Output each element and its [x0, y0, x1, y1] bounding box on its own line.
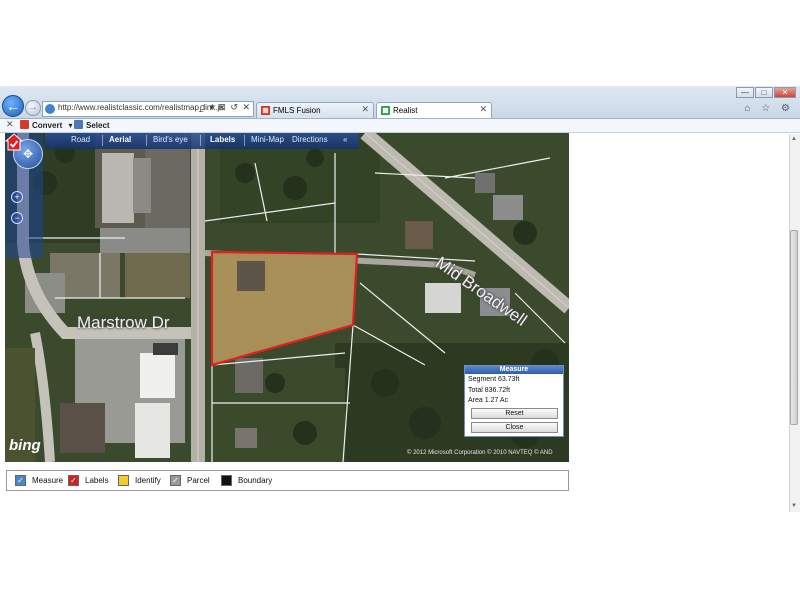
bing-logo: bing [9, 437, 41, 454]
toolbar-divider [200, 135, 201, 146]
toolbar-divider [244, 135, 245, 146]
convert-button[interactable]: Convert ▾ [20, 120, 72, 130]
site-favicon-icon [45, 104, 55, 114]
scroll-down-arrow-icon[interactable]: ▼ [791, 503, 797, 509]
tab-realist[interactable]: Realist ✕ [376, 102, 492, 118]
measure-area: Area 1.27 Ac [468, 397, 509, 404]
legend-label: Boundary [238, 476, 273, 485]
legend-label: Identify [135, 476, 161, 485]
tab-label: Realist [393, 106, 418, 115]
aerial-map[interactable]: ✥ + − Road Aerial Bird's eye Labels Mini… [5, 133, 569, 462]
command-bar-close-icon[interactable]: ✕ [6, 119, 14, 130]
window-controls: — □ ✕ [736, 87, 796, 99]
address-controls[interactable]: ρ ▾ ⊠ ↺ ✕ [200, 102, 251, 113]
map-copyright: © 2012 Microsoft Corporation © 2010 NAVT… [407, 450, 553, 456]
street-label-marstrow: Marstrow Dr [77, 313, 170, 332]
back-arrow-icon: ← [6, 98, 20, 114]
map-directions[interactable]: Directions [292, 135, 328, 144]
measure-panel-title: Measure [465, 366, 563, 374]
labels-checkbox[interactable]: ✓ [68, 475, 79, 486]
measure-checkbox[interactable]: ✓ [15, 475, 26, 486]
zoom-in-icon: + [14, 192, 20, 202]
command-bar [0, 119, 800, 133]
tab-fmls-fusion[interactable]: FMLS Fusion ✕ [256, 102, 374, 118]
convert-label: Convert [32, 121, 63, 130]
measure-segment: Segment 63.73ft [468, 376, 520, 383]
pan-arrows-icon: ✥ [22, 147, 34, 161]
realist-tab-icon [381, 106, 390, 115]
toolbar-divider [146, 135, 147, 146]
address-url[interactable]: http://www.realistclassic.com/realistmap… [58, 103, 223, 112]
tab-close-icon[interactable]: ✕ [479, 104, 487, 115]
zoom-in-button[interactable]: + [11, 191, 23, 203]
legend-label: Measure [32, 476, 64, 485]
measure-close-button[interactable]: Close [471, 422, 558, 433]
legend-label: Parcel [187, 476, 210, 485]
pdf-convert-icon [20, 120, 29, 129]
fmls-tab-icon [261, 106, 270, 115]
identify-checkbox[interactable] [118, 475, 129, 486]
home-favorites-tools-icons[interactable]: ⌂ ☆ ⚙ [744, 103, 794, 114]
address-bar[interactable]: http://www.realistclassic.com/realistmap… [42, 101, 254, 117]
toolbar-collapse-icon[interactable]: « [343, 135, 347, 144]
maximize-button[interactable]: □ [755, 87, 773, 98]
scroll-up-arrow-icon[interactable]: ▲ [791, 136, 797, 142]
map-view-birds-eye[interactable]: Bird's eye [153, 135, 188, 144]
map-layer-legend: ✓ Measure ✓ Labels Identify ✓ Parcel Bou… [6, 470, 569, 491]
convert-dropdown-icon[interactable]: ▾ [68, 121, 72, 130]
close-window-button[interactable]: ✕ [774, 87, 796, 98]
map-view-toolbar: Road Aerial Bird's eye Labels Mini-Map D… [45, 133, 359, 149]
parcel-checkbox[interactable]: ✓ [170, 475, 181, 486]
select-icon [74, 120, 83, 129]
legend-label: Labels [85, 476, 109, 485]
minimize-button[interactable]: — [736, 87, 754, 98]
tab-label: FMLS Fusion [273, 106, 321, 115]
measure-panel: Measure Segment 63.73ft Total 836.72ft A… [464, 365, 564, 437]
back-button[interactable]: ← [2, 95, 24, 117]
map-minimap-toggle[interactable]: Mini-Map [251, 135, 284, 144]
measure-reset-button[interactable]: Reset [471, 408, 558, 419]
zoom-out-icon: − [14, 213, 20, 223]
boundary-checkbox[interactable] [221, 475, 232, 486]
forward-arrow-icon: → [28, 102, 38, 113]
measure-total: Total 836.72ft [468, 387, 511, 394]
map-view-aerial[interactable]: Aerial [109, 135, 131, 144]
tab-close-icon[interactable]: ✕ [361, 104, 369, 115]
property-marker-icon[interactable] [5, 133, 23, 151]
select-button[interactable]: Select [74, 120, 110, 130]
toolbar-divider [102, 135, 103, 146]
zoom-out-button[interactable]: − [11, 212, 23, 224]
scrollbar-thumb[interactable] [790, 230, 798, 425]
map-view-road[interactable]: Road [71, 135, 90, 144]
map-labels-toggle[interactable]: Labels [210, 135, 235, 144]
select-label: Select [86, 121, 110, 130]
forward-button[interactable]: → [25, 100, 41, 116]
